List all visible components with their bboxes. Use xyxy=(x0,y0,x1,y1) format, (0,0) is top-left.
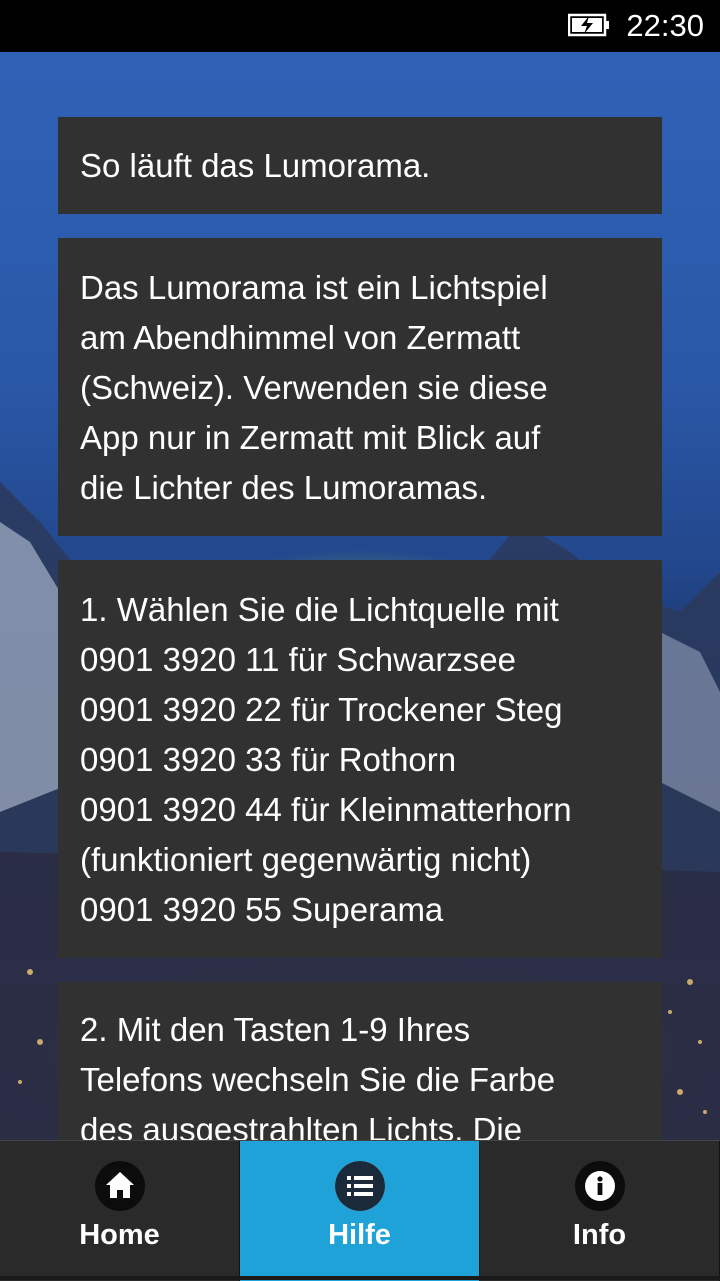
nav-home[interactable]: Home xyxy=(0,1141,240,1281)
list-icon xyxy=(334,1161,385,1211)
nav-hilfe-label: Hilfe xyxy=(328,1219,391,1251)
help-step-2-text: 2. Mit den Tasten 1-9 Ihres Telefons wec… xyxy=(80,1011,556,1148)
nav-info-label: Info xyxy=(572,1219,627,1251)
info-icon xyxy=(574,1161,625,1211)
battery-charging-icon xyxy=(568,13,609,37)
help-card-intro: Das Lumorama ist ein Lichtspiel am Abend… xyxy=(58,238,662,536)
help-card-step-1: 1. Wählen Sie die Lichtquelle mit 0901 3… xyxy=(58,560,662,958)
help-card-title: So läuft das Lumorama. xyxy=(58,117,662,214)
status-time: 22:30 xyxy=(626,8,704,43)
bottom-edge xyxy=(0,1276,720,1280)
nav-hilfe[interactable]: Hilfe xyxy=(240,1141,480,1281)
nav-home-label: Home xyxy=(79,1219,160,1251)
bottom-navigation: Home Hilfe Info xyxy=(0,1140,720,1281)
help-intro-text: Das Lumorama ist ein Lichtspiel am Abend… xyxy=(80,269,548,506)
nav-info[interactable]: Info xyxy=(480,1141,720,1281)
help-step-1-text: 1. Wählen Sie die Lichtquelle mit 0901 3… xyxy=(80,591,572,928)
help-title-text: So läuft das Lumorama. xyxy=(80,147,431,184)
home-icon xyxy=(94,1161,145,1211)
status-bar: 22:30 xyxy=(0,0,720,52)
